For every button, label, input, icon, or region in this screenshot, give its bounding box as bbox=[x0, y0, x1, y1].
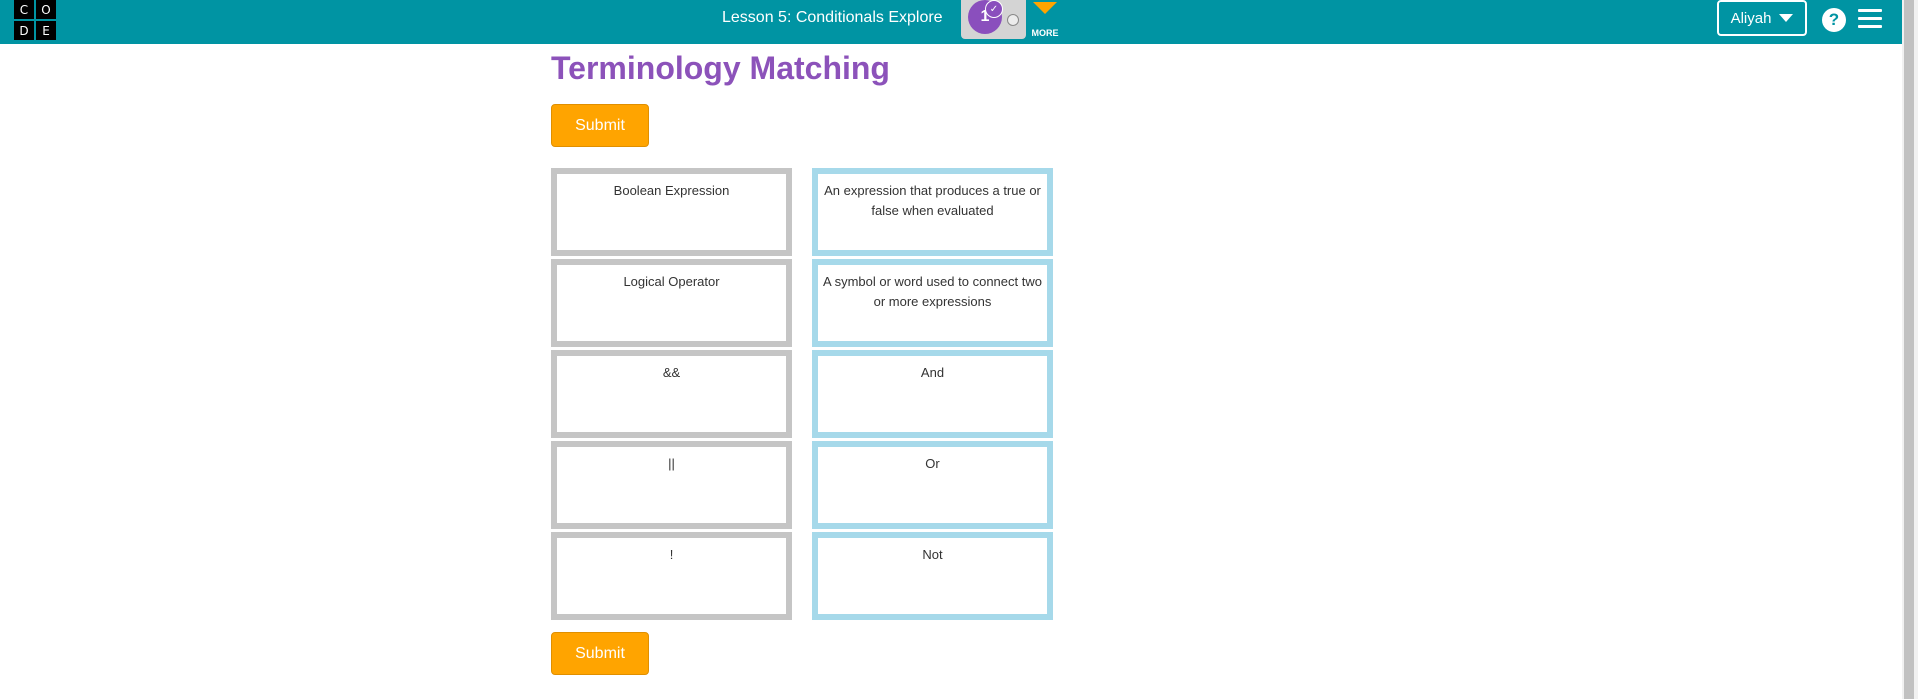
user-menu-button[interactable]: Aliyah bbox=[1717, 0, 1807, 36]
definition-slot[interactable]: An expression that produces a true or fa… bbox=[812, 168, 1053, 256]
scrollbar-thumb[interactable] bbox=[1904, 0, 1914, 699]
page-title: Terminology Matching bbox=[551, 50, 890, 86]
matching-grid: Boolean Expression An expression that pr… bbox=[551, 168, 1053, 620]
term-card[interactable]: && bbox=[551, 350, 792, 438]
vertical-scrollbar[interactable] bbox=[1902, 0, 1918, 699]
logo-letter: C bbox=[14, 0, 34, 19]
code-org-logo[interactable]: C O D E bbox=[14, 0, 56, 40]
question-icon[interactable]: ? bbox=[1822, 8, 1846, 32]
definition-slot[interactable]: Not bbox=[812, 532, 1053, 620]
lesson-title[interactable]: Lesson 5: Conditionals Explore bbox=[722, 9, 943, 27]
user-name: Aliyah bbox=[1730, 9, 1772, 27]
definition-slot[interactable]: A symbol or word used to connect two or … bbox=[812, 259, 1053, 347]
submit-button-bottom[interactable]: Submit bbox=[551, 632, 649, 675]
term-card[interactable]: Boolean Expression bbox=[551, 168, 792, 256]
chevron-down-icon bbox=[1033, 2, 1057, 14]
term-card[interactable]: || bbox=[551, 441, 792, 529]
submit-button-top[interactable]: Submit bbox=[551, 104, 649, 147]
progress-bubbles: 1 ✓ bbox=[961, 0, 1026, 39]
definition-slot[interactable]: Or bbox=[812, 441, 1053, 529]
top-nav-bar: C O D E Lesson 5: Conditionals Explore 1… bbox=[0, 0, 1902, 44]
hamburger-icon[interactable] bbox=[1858, 9, 1882, 29]
check-icon: ✓ bbox=[985, 0, 1003, 18]
more-label: MORE bbox=[1031, 28, 1059, 38]
more-button[interactable]: MORE bbox=[1031, 2, 1059, 40]
term-card[interactable]: ! bbox=[551, 532, 792, 620]
caret-down-icon bbox=[1779, 14, 1794, 22]
level-dot-2[interactable] bbox=[1007, 14, 1019, 26]
term-card[interactable]: Logical Operator bbox=[551, 259, 792, 347]
logo-letter: E bbox=[36, 21, 56, 40]
logo-letter: O bbox=[36, 0, 56, 19]
definition-slot[interactable]: And bbox=[812, 350, 1053, 438]
logo-letter: D bbox=[14, 21, 34, 40]
